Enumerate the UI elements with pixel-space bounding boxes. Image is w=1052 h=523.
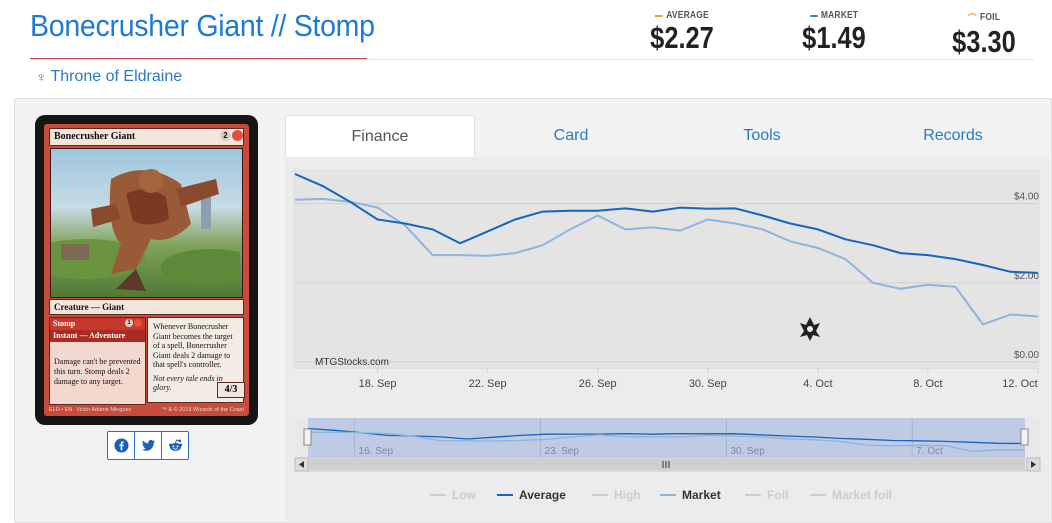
tab-finance[interactable]: Finance <box>285 115 475 158</box>
title-underline <box>30 58 367 59</box>
legend-item-market[interactable]: Market <box>660 488 721 502</box>
navigator-tick-label: 23. Sep <box>544 446 579 457</box>
reddit-icon <box>168 439 182 451</box>
facebook-share-button[interactable] <box>108 432 134 459</box>
card-name: Bonecrusher Giant <box>49 128 244 146</box>
price-value: $3.30 <box>952 24 1016 59</box>
x-tick-label: 22. Sep <box>469 378 507 390</box>
twitter-share-button[interactable] <box>134 432 161 459</box>
legend-label: Market <box>682 488 721 502</box>
navigator-left-handle[interactable] <box>303 428 312 446</box>
x-tick-label: 4. Oct <box>803 378 832 390</box>
x-tick-label: 8. Oct <box>913 378 942 390</box>
adventure-type: Instant — Adventure <box>50 330 145 342</box>
chart-legend: Low Average High Market Foil Market foil <box>430 488 892 502</box>
reddit-share-button[interactable] <box>161 432 188 459</box>
legend-label: Foil <box>767 488 788 502</box>
collector-number: 115/269 R <box>49 400 74 406</box>
set-line: ELD • EN <box>49 407 73 413</box>
navigator-right-handle[interactable] <box>1020 428 1029 446</box>
legend-item-low[interactable]: Low <box>430 488 477 502</box>
navigator-tick-label: 16. Sep <box>359 446 394 457</box>
price-value: $1.49 <box>802 20 866 55</box>
mana-cost: 2 <box>220 130 243 141</box>
red-mana-icon <box>232 130 243 141</box>
legend-label: Low <box>452 488 477 502</box>
market-dash <box>809 14 818 17</box>
x-tick-label: 30. Sep <box>689 378 727 390</box>
twitter-icon <box>141 439 155 451</box>
y-tick-label: $0.00 <box>1014 350 1039 361</box>
price-market: MARKET $1.49 <box>795 10 873 56</box>
x-tick-label: 26. Sep <box>579 378 617 390</box>
legend-label: High <box>614 488 641 502</box>
legend-item-high[interactable]: High <box>592 488 641 502</box>
legend-label: Market foil <box>832 488 892 502</box>
artist: Victor Adame Minguez <box>76 407 132 413</box>
x-tick-label: 12. Oct <box>1002 378 1037 390</box>
facebook-icon <box>113 438 129 453</box>
plot-area <box>293 169 1040 367</box>
x-axis: 18. Sep 22. Sep 26. Sep 30. Sep 4. Oct 8. Oct… <box>295 367 1039 390</box>
copyright: ™ & © 2019 Wizards of the Coast <box>161 407 244 413</box>
price-foil: ⌒ FOIL $3.30 <box>945 10 1023 60</box>
adventure-name-row: Stomp 1 <box>50 318 145 330</box>
set-name: Throne of Eldraine <box>50 68 183 85</box>
card-footer: 115/269 R ELD • EN Victor Adame Minguez … <box>49 400 244 414</box>
generic-mana-icon: 2 <box>220 130 231 141</box>
x-tick-label: 18. Sep <box>359 378 397 390</box>
legend-item-foil[interactable]: Foil <box>745 488 788 502</box>
average-dash <box>655 14 663 17</box>
price-chart-svg: $0.00$2.00$4.00 18. Sep 22. Sep 26. Sep 30.… <box>293 169 1041 502</box>
power-toughness: 4/3 <box>217 382 245 398</box>
legend-item-average[interactable]: Average <box>497 488 566 502</box>
adventure-text: Damage can't be prevented this turn. Sto… <box>54 357 141 386</box>
eldraine-set-icon: ♆ <box>36 69 47 85</box>
card-art <box>50 148 243 298</box>
price-value: $2.27 <box>650 20 714 55</box>
tab-tools[interactable]: Tools <box>667 115 857 157</box>
navigator-tick-label: 30. Sep <box>730 446 765 457</box>
adventure-name: Stomp <box>53 319 76 328</box>
chart-watermark: MTGStocks.com <box>315 357 389 368</box>
generic-mana-icon: 1 <box>125 319 133 327</box>
price-label: FOIL <box>980 12 1001 23</box>
header-divider <box>30 59 1034 60</box>
legend-label: Average <box>519 488 566 502</box>
tab-records[interactable]: Records <box>858 115 1048 157</box>
tab-card[interactable]: Card <box>476 115 666 157</box>
card-frame: Bonecrusher Giant 2 Creature — Giant Sto… <box>44 124 249 416</box>
rules-text: Whenever Bonecrusher Giant becomes the t… <box>153 322 233 369</box>
tab-bar: Finance Card Tools Records <box>285 115 1050 158</box>
card-image[interactable]: Bonecrusher Giant 2 Creature — Giant Sto… <box>35 115 258 425</box>
price-average: AVERAGE $2.27 <box>643 10 721 56</box>
foil-icon: ⌒ <box>967 14 977 25</box>
set-link[interactable]: ♆ Throne of Eldraine <box>36 68 182 86</box>
red-mana-icon <box>134 319 142 327</box>
legend-item-market-foil[interactable]: Market foil <box>810 488 892 502</box>
page-title: Bonecrusher Giant // Stomp <box>30 8 375 43</box>
share-buttons <box>107 431 189 460</box>
navigator-tick-label: 7. Oct <box>916 446 943 457</box>
y-tick-label: $4.00 <box>1014 192 1039 203</box>
card-type-line: Creature — Giant <box>49 299 244 315</box>
adventure-box: Stomp 1 Instant — Adventure Damage can't… <box>49 317 146 405</box>
price-chart[interactable]: $0.00 $2.00 $4.00 18. Sep 22. Sep 26. Sep 30.… <box>285 157 1050 521</box>
